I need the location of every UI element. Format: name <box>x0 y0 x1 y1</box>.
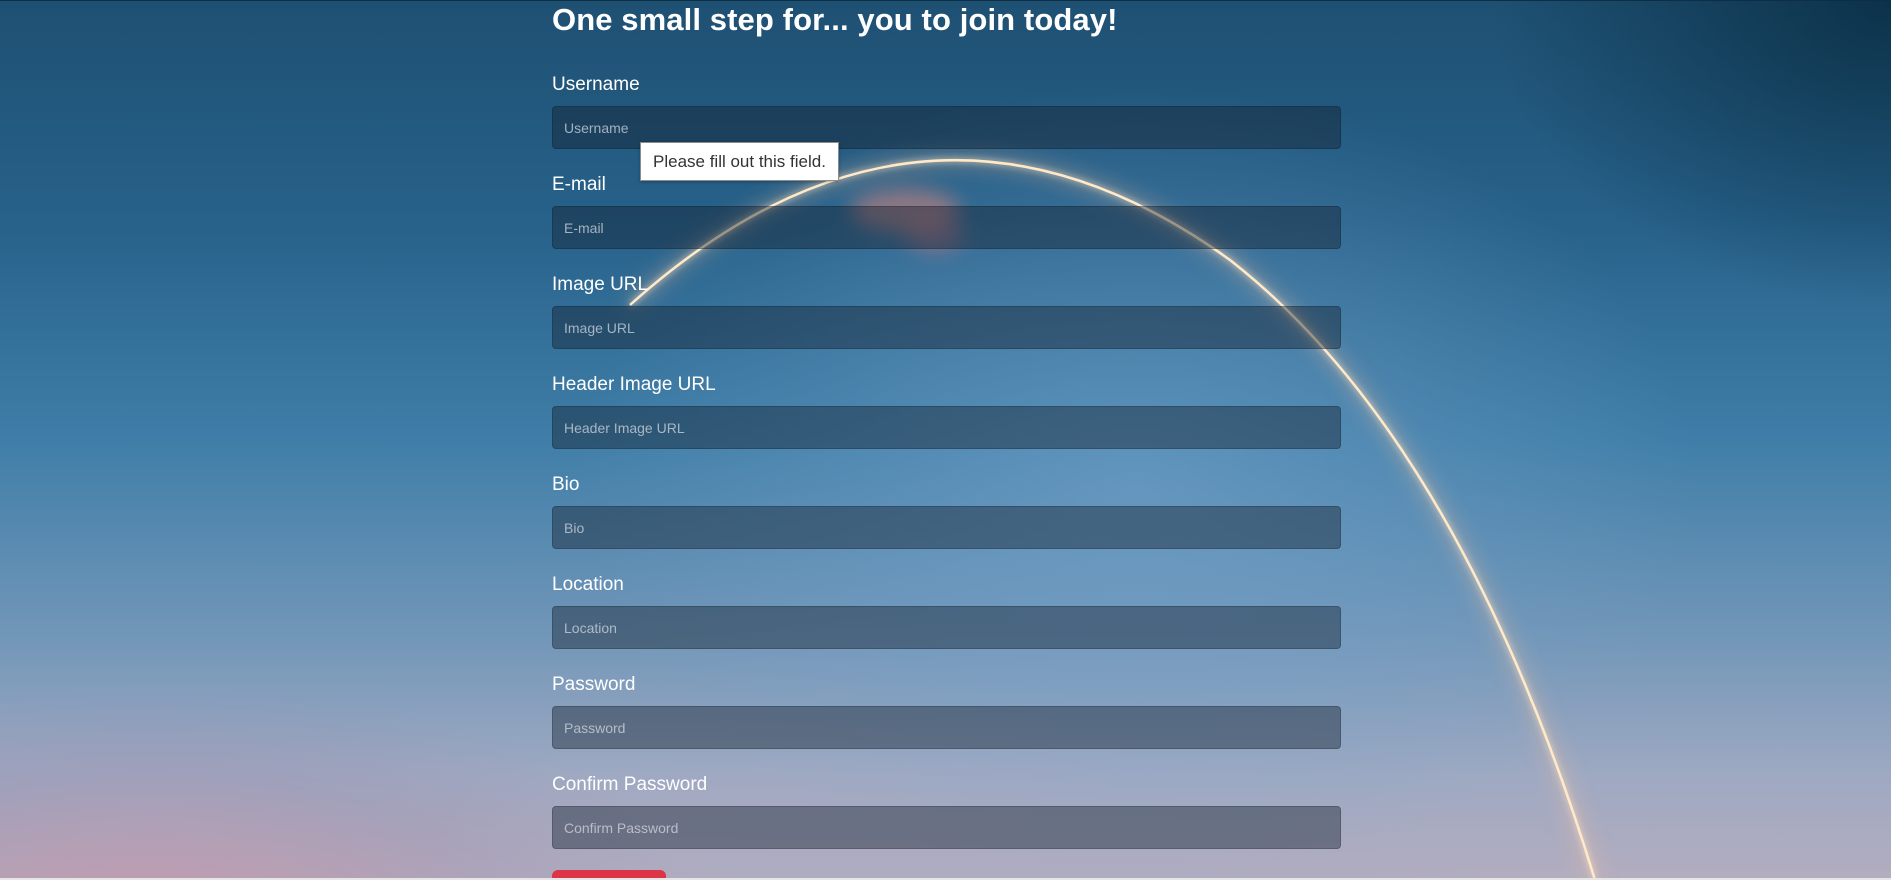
location-field-group: Location <box>552 573 1341 649</box>
email-input[interactable] <box>552 206 1341 249</box>
image-url-label: Image URL <box>552 274 649 295</box>
bio-input[interactable] <box>552 506 1341 549</box>
location-label: Location <box>552 574 624 595</box>
password-input[interactable] <box>552 706 1341 749</box>
image-url-field-group: Image URL <box>552 273 1341 349</box>
username-label: Username <box>552 74 640 95</box>
header-image-url-label: Header Image URL <box>552 374 716 395</box>
header-image-url-input[interactable] <box>552 406 1341 449</box>
image-url-input[interactable] <box>552 306 1341 349</box>
header-image-url-field-group: Header Image URL <box>552 373 1341 449</box>
validation-tooltip: Please fill out this field. <box>640 142 839 181</box>
confirm-password-label: Confirm Password <box>552 774 708 795</box>
password-label: Password <box>552 674 636 695</box>
bio-label: Bio <box>552 474 580 495</box>
confirm-password-input[interactable] <box>552 806 1341 849</box>
password-field-group: Password <box>552 673 1341 749</box>
username-field-group: Username <box>552 73 1341 149</box>
background-shade <box>1391 0 1891 400</box>
page-title: One small step for... you to join today! <box>552 2 1118 37</box>
location-input[interactable] <box>552 606 1341 649</box>
confirm-password-field-group: Confirm Password <box>552 773 1341 849</box>
window-top-border <box>0 0 1891 1</box>
bio-field-group: Bio <box>552 473 1341 549</box>
